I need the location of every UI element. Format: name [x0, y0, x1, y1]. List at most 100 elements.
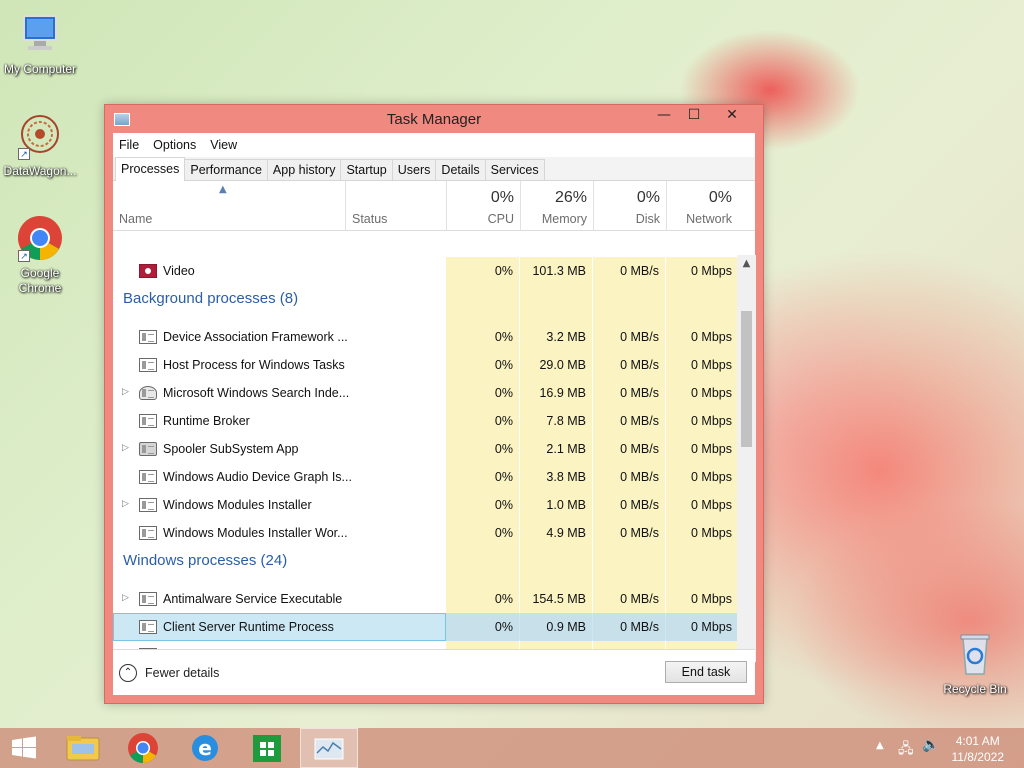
- expand-chevron-icon[interactable]: ▷: [122, 592, 129, 603]
- column-status-label: Status: [352, 212, 388, 226]
- process-row[interactable]: Device Association Framework ... 0% 3.2 MB…: [113, 323, 738, 351]
- desktop-icon-label: Google Chrome: [18, 266, 62, 295]
- group-cell-blank: [593, 547, 665, 585]
- process-row[interactable]: Runtime Broker 0% 7.8 MB 0 MB/s 0 Mbps: [113, 407, 738, 435]
- cpu-value: 0%: [446, 585, 519, 613]
- disk-total: 0%: [636, 189, 660, 206]
- footer-bar: ⌃ Fewer details End task: [113, 649, 755, 695]
- network-value: 0 Mbps: [666, 613, 738, 641]
- task-manager-window: Task Manager — ☐ ✕ File Options View Pro…: [104, 104, 764, 704]
- recycle-bin-icon: [951, 630, 999, 678]
- group-header[interactable]: Background processes (8): [113, 285, 738, 323]
- taskbar-file-explorer[interactable]: [54, 728, 112, 768]
- process-name: Antimalware Service Executable: [163, 592, 343, 606]
- scroll-up-icon[interactable]: ▲: [737, 255, 756, 272]
- computer-icon: [16, 10, 64, 58]
- network-value: 0 Mbps: [666, 351, 738, 379]
- network-value: 0 Mbps: [666, 407, 738, 435]
- group-header[interactable]: Windows processes (24): [113, 547, 738, 585]
- menu-file[interactable]: File: [119, 138, 139, 152]
- expand-chevron-icon[interactable]: ▷: [122, 386, 129, 397]
- process-name: Windows Modules Installer: [163, 498, 312, 512]
- disk-value: 0 MB/s: [593, 463, 665, 491]
- tab-startup[interactable]: Startup: [340, 159, 393, 180]
- store-icon: [253, 735, 281, 762]
- disk-value: 0 MB/s: [593, 585, 665, 613]
- expand-chevron-icon[interactable]: ▷: [122, 442, 129, 453]
- close-button[interactable]: ✕: [709, 105, 755, 127]
- column-name[interactable]: Name: [113, 181, 345, 231]
- column-memory[interactable]: 26% Memory: [520, 181, 593, 231]
- process-row[interactable]: Windows Audio Device Graph Is... 0% 3.8 MB…: [113, 463, 738, 491]
- start-button[interactable]: [0, 728, 48, 768]
- expand-chevron-icon[interactable]: ▷: [122, 498, 129, 509]
- cpu-value: 0%: [446, 613, 519, 641]
- process-row[interactable]: ▷ Spooler SubSystem App 0% 2.1 MB 0 MB/s 0 Mb…: [113, 435, 738, 463]
- desktop-icon-my-computer[interactable]: My Computer: [0, 10, 80, 77]
- process-row[interactable]: ▷ Windows Modules Installer 0% 1.0 MB 0 MB/s…: [113, 491, 738, 519]
- volume-icon[interactable]: 🔈: [922, 737, 939, 753]
- process-row[interactable]: Host Process for Windows Tasks 0% 29.0 MB 0…: [113, 351, 738, 379]
- clock-date: 11/8/2022: [951, 750, 1005, 764]
- menu-options[interactable]: Options: [153, 138, 196, 152]
- fewer-details-button[interactable]: ⌃ Fewer details: [119, 664, 219, 682]
- memory-value: 101.3 MB: [520, 257, 592, 285]
- desktop-icon-label: My Computer: [3, 62, 77, 76]
- memory-value: 3.2 MB: [520, 323, 592, 351]
- network-value: 0 Mbps: [666, 491, 738, 519]
- show-hidden-icons-icon[interactable]: ▲: [876, 740, 884, 751]
- column-disk-label: Disk: [635, 212, 660, 226]
- network-value: 0 Mbps: [666, 585, 738, 613]
- end-task-button[interactable]: End task: [665, 661, 747, 683]
- taskbar-task-manager[interactable]: [300, 728, 358, 768]
- group-cell-blank: [446, 547, 519, 585]
- taskbar-store[interactable]: [238, 728, 296, 768]
- shortcut-arrow-icon: ↗: [18, 148, 30, 160]
- scrollbar-thumb[interactable]: [741, 311, 752, 447]
- process-row[interactable]: Client Server Runtime Process 0% 0.9 MB 0 M…: [113, 613, 738, 641]
- minimize-button[interactable]: —: [649, 105, 679, 127]
- column-disk[interactable]: 0% Disk: [593, 181, 666, 231]
- vertical-scrollbar[interactable]: ▲ ▼: [737, 255, 756, 662]
- memory-value: 154.5 MB: [520, 585, 592, 613]
- process-row[interactable]: Video 0% 101.3 MB 0 MB/s 0 Mbps: [113, 257, 738, 285]
- file-explorer-icon: [66, 736, 100, 761]
- process-name: Host Process for Windows Tasks: [163, 358, 345, 372]
- tab-details[interactable]: Details: [435, 159, 486, 180]
- desktop-icon-recycle-bin[interactable]: Recycle Bin: [935, 630, 1015, 697]
- desktop-icon-label: Recycle Bin: [943, 682, 1007, 696]
- cpu-value: 0%: [446, 407, 519, 435]
- taskbar-chrome[interactable]: [114, 728, 172, 768]
- desktop-icon-google-chrome[interactable]: ↗ Google Chrome: [0, 214, 80, 296]
- cpu-value: 0%: [446, 351, 519, 379]
- process-row[interactable]: Windows Modules Installer Wor... 0% 4.9 MB…: [113, 519, 738, 547]
- maximize-button[interactable]: ☐: [679, 105, 709, 127]
- process-name: Windows Audio Device Graph Is...: [163, 470, 352, 484]
- tab-processes[interactable]: Processes: [115, 157, 186, 181]
- tab-app-history[interactable]: App history: [266, 159, 342, 180]
- column-status[interactable]: Status: [346, 181, 446, 231]
- clock[interactable]: 4:01 AM 11/8/2022: [952, 733, 1005, 765]
- desktop-icon-datawagon[interactable]: ↗ DataWagon...: [0, 112, 80, 179]
- memory-value: 7.8 MB: [520, 407, 592, 435]
- process-icon: [139, 526, 157, 540]
- cpu-value: 0%: [446, 491, 519, 519]
- process-row[interactable]: ▷ Microsoft Windows Search Inde... 0% 16.9 …: [113, 379, 738, 407]
- cpu-total: 0%: [490, 189, 514, 206]
- tab-performance[interactable]: Performance: [184, 159, 268, 180]
- tab-users[interactable]: Users: [391, 159, 437, 180]
- column-memory-label: Memory: [541, 212, 587, 226]
- menu-view[interactable]: View: [210, 138, 237, 152]
- taskbar-internet-explorer[interactable]: e: [176, 728, 234, 768]
- group-cell-blank: [666, 285, 738, 323]
- title-bar[interactable]: Task Manager — ☐ ✕: [105, 105, 763, 133]
- clock-time: 4:01 AM: [955, 734, 1000, 748]
- process-row[interactable]: ▷ Antimalware Service Executable 0% 154.5 M…: [113, 585, 738, 613]
- chevron-up-icon: ⌃: [119, 664, 137, 682]
- group-cell-blank: [446, 285, 519, 323]
- column-network[interactable]: 0% Network: [666, 181, 738, 231]
- tab-services[interactable]: Services: [484, 159, 545, 180]
- network-icon[interactable]: 🖧: [898, 738, 914, 762]
- process-name: Windows Modules Installer Wor...: [163, 526, 348, 540]
- column-cpu[interactable]: 0% CPU: [446, 181, 520, 231]
